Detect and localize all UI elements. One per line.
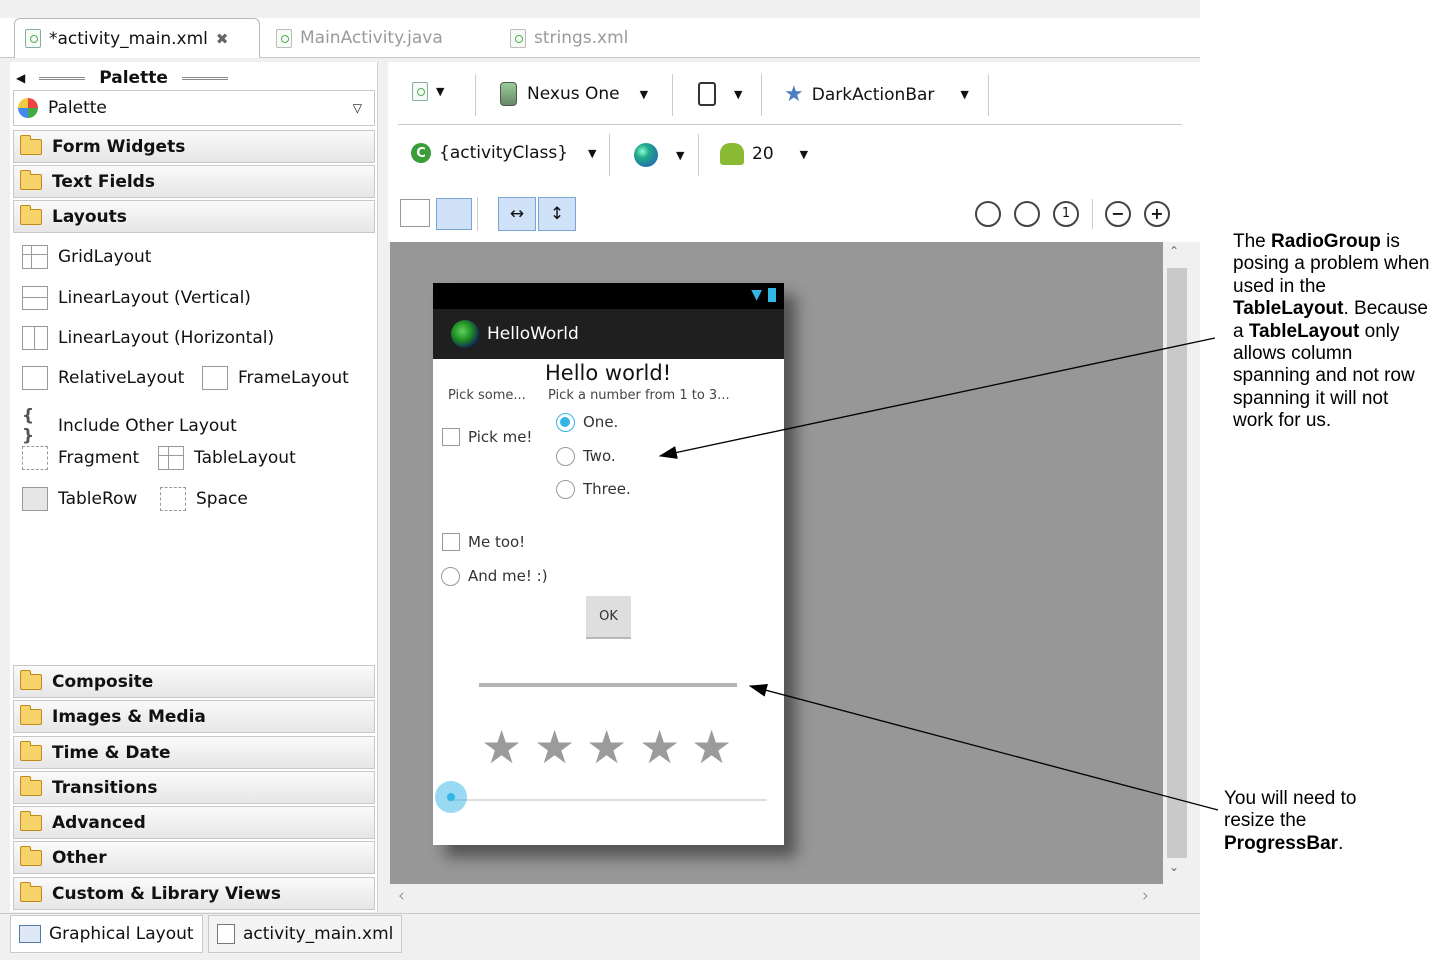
callout-arrows [658,337,1219,811]
radiogroup-arrow [658,337,1216,459]
progressbar-arrow [748,684,1219,811]
